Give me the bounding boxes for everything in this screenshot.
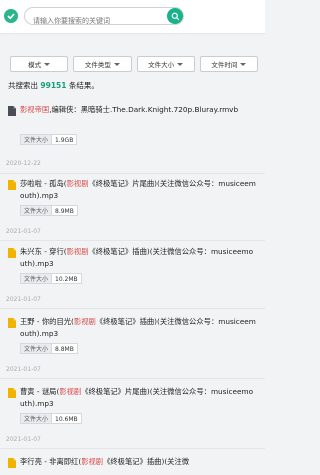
filter-file-size[interactable]: 文件大小 [136, 56, 195, 72]
title-text: 《终极笔记》插曲)(关注微 [103, 457, 190, 466]
result-title-link[interactable]: 朱兴东 - 穿行(影视剧《终极笔记》插曲)(关注微信公众号：musiceemou… [20, 246, 256, 270]
title-highlight: 影视剧 [73, 317, 96, 326]
search-button[interactable] [167, 8, 183, 24]
result-title-link[interactable]: 李行亮 - 非离即红(影视剧《终极笔记》插曲)(关注微 [20, 456, 256, 468]
logo-icon[interactable] [4, 9, 18, 23]
result-date: 2021-01-07 [6, 366, 41, 373]
chevron-down-icon [177, 62, 184, 66]
audio-file-icon [8, 388, 16, 398]
size-tag: 文件大小 10.6MB [20, 413, 82, 424]
size-tag: 文件大小 1.9GB [20, 134, 78, 145]
summary-suffix: 条结果。 [68, 81, 99, 90]
filter-file-type-label: 文件类型 [84, 61, 111, 69]
result-count: 99151 [40, 81, 67, 90]
chevron-down-icon [240, 62, 247, 66]
size-value: 8.8MB [52, 343, 78, 354]
size-label: 文件大小 [20, 205, 53, 216]
filter-bar: 模式 文件类型 文件大小 文件时间 [10, 56, 258, 72]
size-tag: 文件大小 8.8MB [20, 343, 78, 354]
filter-file-size-label: 文件大小 [148, 61, 175, 69]
size-label: 文件大小 [20, 273, 53, 284]
result-title-link[interactable]: 曹寅 - 谜局(影视剧《终极笔记》片尾曲)(关注微信公众号：musiceemou… [20, 386, 256, 410]
audio-file-icon [8, 318, 16, 328]
title-highlight: 影视剧 [66, 247, 89, 256]
divider [0, 173, 265, 174]
divider [0, 448, 265, 449]
search-box[interactable] [24, 7, 184, 29]
title-text: 李行亮 - 非离即红( [20, 457, 82, 466]
result-title-link[interactable]: 莎啦啦 - 孤岛(影视剧《终极笔记》片尾曲)(关注微信公众号：musiceemo… [20, 178, 256, 202]
chevron-down-icon [44, 62, 51, 66]
title-highlight: 影视帝国 [20, 105, 50, 114]
size-tag: 文件大小 10.2MB [20, 273, 82, 284]
title-text: 曹寅 - 谜局( [20, 387, 60, 396]
size-tag: 文件大小 8.9MB [20, 205, 78, 216]
title-highlight: 影视剧 [59, 387, 82, 396]
size-label: 文件大小 [20, 134, 53, 145]
search-input[interactable] [25, 13, 183, 29]
result-summary: 共搜索出 99151 条结果。 [8, 80, 99, 91]
top-bar [0, 0, 265, 34]
size-label: 文件大小 [20, 343, 53, 354]
audio-file-icon [8, 458, 16, 468]
divider [0, 378, 265, 379]
title-text: 朱兴东 - 穿行( [20, 247, 67, 256]
title-highlight: 影视剧 [66, 179, 89, 188]
filter-file-time-label: 文件时间 [211, 61, 238, 69]
audio-file-icon [8, 248, 16, 258]
filter-file-time[interactable]: 文件时间 [199, 56, 258, 72]
size-label: 文件大小 [20, 413, 53, 424]
summary-prefix: 共搜索出 [8, 81, 38, 90]
result-date: 2020-12-22 [6, 160, 41, 167]
size-value: 8.9MB [52, 205, 78, 216]
title-text: 王野 - 你的目光( [20, 317, 74, 326]
filter-mode[interactable]: 模式 [10, 56, 69, 72]
result-date: 2021-01-07 [6, 228, 41, 235]
size-value: 10.2MB [52, 273, 82, 284]
chevron-down-icon [113, 62, 120, 66]
audio-file-icon [8, 180, 16, 190]
result-title-link[interactable]: 王野 - 你的目光(影视剧《终极笔记》插曲)(关注微信公众号：musiceemo… [20, 316, 256, 340]
search-icon [171, 12, 179, 20]
result-date: 2021-01-07 [6, 296, 41, 303]
title-text: ,编辑侠：黑暗骑士.The.Dark.Knight.720p.Bluray.rm… [49, 105, 239, 114]
title-highlight: 影视剧 [81, 457, 104, 466]
filter-file-type[interactable]: 文件类型 [73, 56, 132, 72]
size-value: 10.6MB [52, 413, 82, 424]
divider [0, 240, 265, 241]
video-file-icon [8, 106, 16, 116]
size-value: 1.9GB [52, 134, 78, 145]
divider [0, 308, 265, 309]
result-title-link[interactable]: 影视帝国,编辑侠：黑暗骑士.The.Dark.Knight.720p.Blura… [20, 104, 256, 116]
result-date: 2021-01-07 [6, 436, 41, 443]
filter-mode-label: 模式 [28, 61, 42, 69]
title-text: 莎啦啦 - 孤岛( [20, 179, 67, 188]
